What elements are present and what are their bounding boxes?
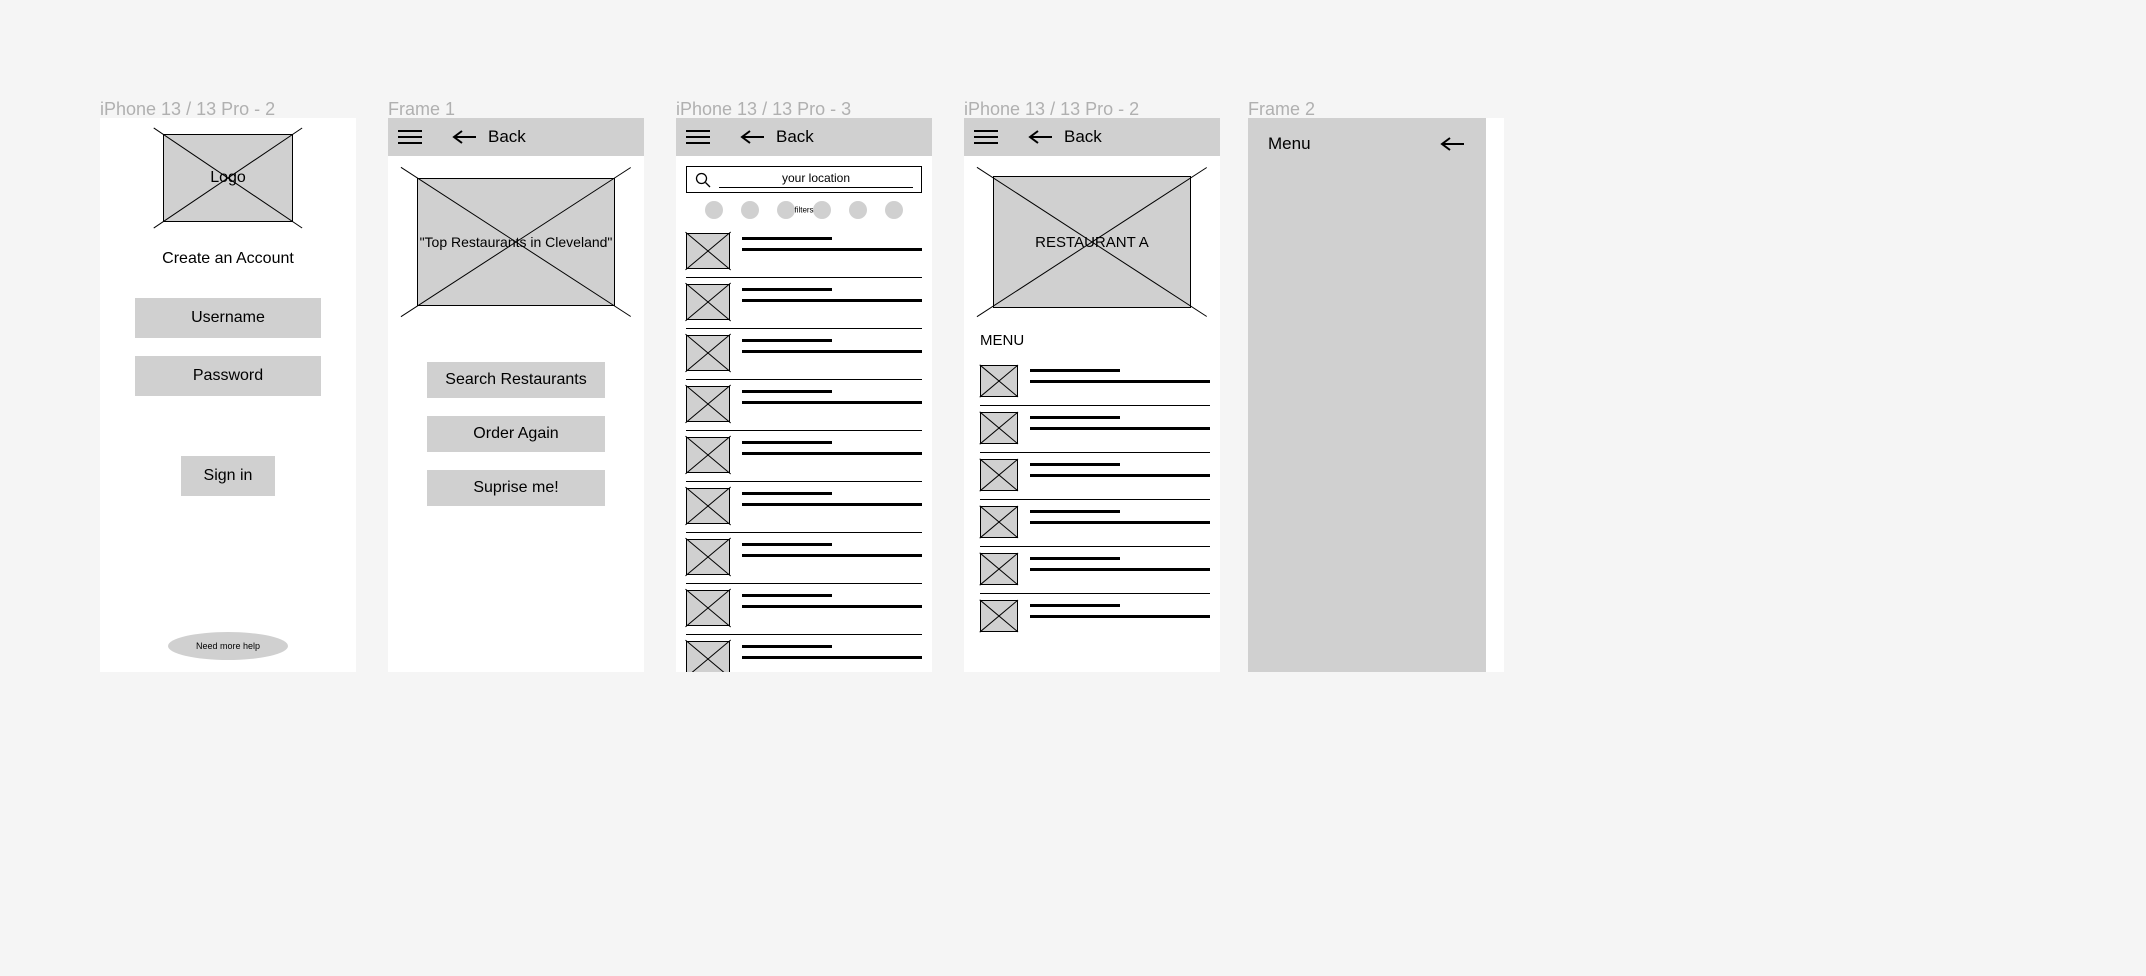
filter-dot[interactable] (813, 201, 831, 219)
logo-placeholder: Logo (163, 134, 293, 222)
signin-button[interactable]: Sign in (181, 456, 275, 496)
frame-label-5: Frame 2 (1248, 99, 1315, 120)
menu-title: Menu (1268, 134, 1311, 154)
thumbnail-placeholder (686, 284, 730, 320)
thumbnail-placeholder (686, 437, 730, 473)
username-input[interactable]: Username (135, 298, 321, 338)
header-bar: Back (676, 118, 932, 156)
frame-menu-panel: Menu (1248, 118, 1504, 672)
frame-label-2: Frame 1 (388, 99, 455, 120)
restaurant-name: RESTAURANT A (1035, 234, 1149, 251)
filters-label: filters (794, 206, 813, 215)
menu-item[interactable] (980, 547, 1210, 594)
list-item[interactable] (686, 329, 922, 380)
search-restaurants-button[interactable]: Search Restaurants (427, 362, 605, 398)
list-item[interactable] (686, 278, 922, 329)
thumbnail-placeholder (980, 365, 1018, 397)
location-search-input[interactable]: your location (686, 166, 922, 193)
filter-dot[interactable] (885, 201, 903, 219)
search-placeholder: your location (782, 171, 850, 185)
menu-heading: MENU (964, 308, 1220, 349)
frame-search: Back your location filters (676, 118, 932, 672)
thumbnail-placeholder (686, 386, 730, 422)
list-item[interactable] (686, 584, 922, 635)
menu-item[interactable] (980, 594, 1210, 640)
back-arrow-icon[interactable] (1440, 136, 1466, 152)
filter-dot[interactable] (705, 201, 723, 219)
menu-item[interactable] (980, 406, 1210, 453)
back-arrow-icon[interactable] (1028, 129, 1054, 145)
order-again-button[interactable]: Order Again (427, 416, 605, 452)
frame-restaurant: Back RESTAURANT A MENU (964, 118, 1220, 672)
thumbnail-placeholder (980, 459, 1018, 491)
list-item[interactable] (686, 380, 922, 431)
hamburger-icon[interactable] (398, 130, 422, 144)
list-item[interactable] (686, 635, 922, 672)
thumbnail-placeholder (980, 600, 1018, 632)
thumbnail-placeholder (686, 233, 730, 269)
frame-label-4: iPhone 13 / 13 Pro - 2 (964, 99, 1139, 120)
surprise-me-button[interactable]: Suprise me! (427, 470, 605, 506)
back-arrow-icon[interactable] (452, 129, 478, 145)
filter-dot[interactable] (741, 201, 759, 219)
back-button[interactable]: Back (776, 127, 814, 147)
back-button[interactable]: Back (488, 127, 526, 147)
thumbnail-placeholder (686, 335, 730, 371)
thumbnail-placeholder (980, 506, 1018, 538)
filter-dot[interactable] (849, 201, 867, 219)
thumbnail-placeholder (980, 553, 1018, 585)
list-item[interactable] (686, 533, 922, 584)
frame-home: Back "Top Restaurants in Cleveland" Sear… (388, 118, 644, 672)
search-icon (695, 172, 711, 188)
filter-row: filters (686, 201, 922, 219)
header-bar: Back (964, 118, 1220, 156)
create-account-title: Create an Account (162, 250, 294, 268)
frame-login: Logo Create an Account Username Password… (100, 118, 356, 672)
menu-item[interactable] (980, 359, 1210, 406)
hamburger-icon[interactable] (974, 130, 998, 144)
need-help-button[interactable]: Need more help (168, 632, 288, 660)
frame-label-3: iPhone 13 / 13 Pro - 3 (676, 99, 851, 120)
back-arrow-icon[interactable] (740, 129, 766, 145)
menu-item[interactable] (980, 500, 1210, 547)
hero-text: "Top Restaurants in Cleveland" (420, 234, 613, 250)
thumbnail-placeholder (686, 539, 730, 575)
restaurant-image-placeholder: RESTAURANT A (993, 176, 1191, 308)
list-item[interactable] (686, 482, 922, 533)
thumbnail-placeholder (686, 590, 730, 626)
thumbnail-placeholder (686, 488, 730, 524)
list-item[interactable] (686, 227, 922, 278)
filter-dot[interactable] (777, 201, 795, 219)
list-item[interactable] (686, 431, 922, 482)
thumbnail-placeholder (686, 641, 730, 672)
frame-label-1: iPhone 13 / 13 Pro - 2 (100, 99, 275, 120)
back-button[interactable]: Back (1064, 127, 1102, 147)
thumbnail-placeholder (980, 412, 1018, 444)
hamburger-icon[interactable] (686, 130, 710, 144)
header-bar: Back (388, 118, 644, 156)
menu-item[interactable] (980, 453, 1210, 500)
logo-text: Logo (210, 169, 246, 187)
hero-image-placeholder: "Top Restaurants in Cleveland" (417, 178, 615, 306)
password-input[interactable]: Password (135, 356, 321, 396)
